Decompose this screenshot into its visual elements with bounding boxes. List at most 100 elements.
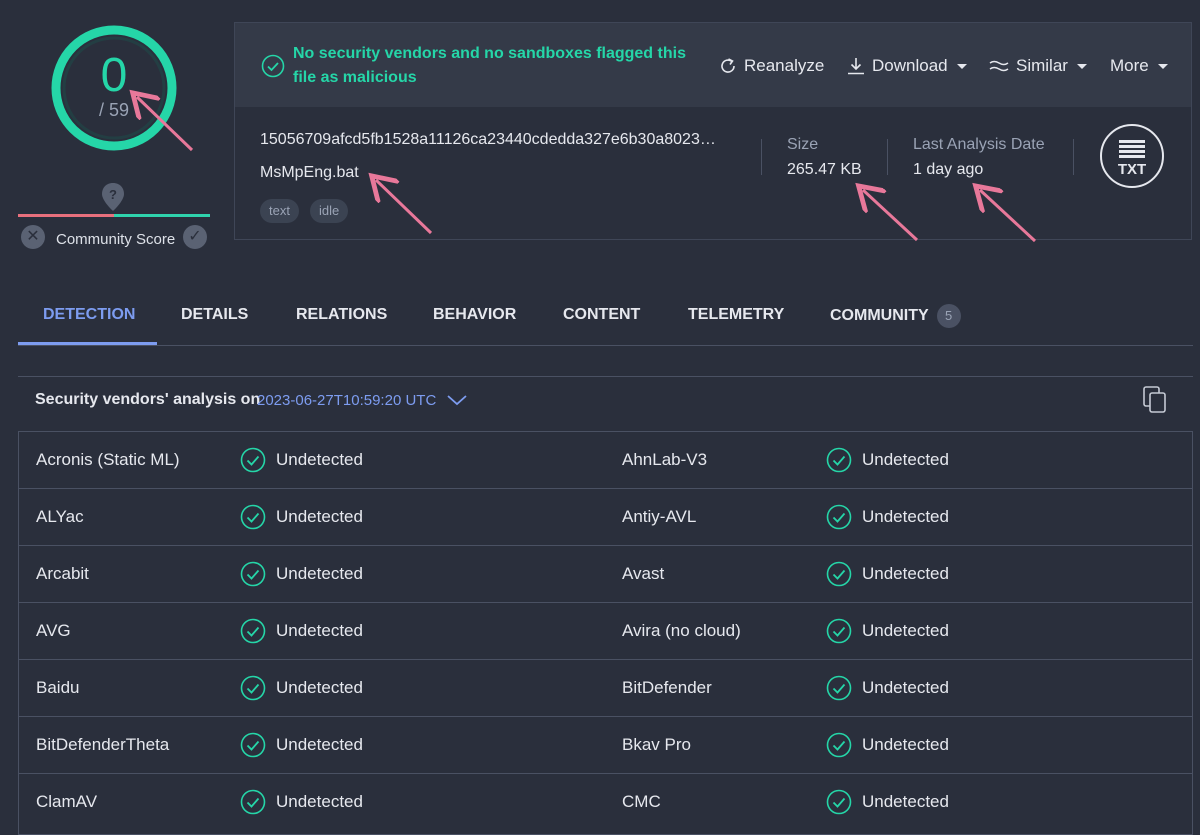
tab-content[interactable]: CONTENT [563, 306, 640, 324]
vendor-status: Undetected [862, 792, 949, 811]
vendor-total: / 59 [98, 100, 130, 120]
check-circle-icon [261, 54, 285, 78]
divider [887, 139, 888, 175]
vendor-name: Antiy-AVL [622, 507, 697, 526]
vendor-status: Undetected [276, 564, 363, 583]
table-row: AVG Undetected Avira (no cloud) Undetected [19, 603, 1192, 660]
vendor-name: Avira (no cloud) [622, 621, 741, 640]
analysis-date: 2023-06-27T10:59:20 UTC [257, 392, 437, 409]
community-count-badge: 5 [936, 304, 961, 328]
check-circle-icon [826, 732, 852, 758]
chevron-down-icon [956, 63, 967, 69]
file-hash[interactable]: 15056709afcd5fb1528a11126ca23440cdedda32… [260, 131, 740, 149]
svg-text:TXT: TXT [1118, 161, 1146, 178]
vendor-status: Undetected [862, 678, 949, 697]
more-label: More [1110, 56, 1149, 75]
vendor-name: AhnLab-V3 [622, 450, 708, 469]
chevron-down-icon[interactable] [446, 392, 468, 408]
active-tab-indicator [18, 342, 157, 345]
check-circle-icon [240, 618, 266, 644]
file-summary-card: No security vendors and no sandboxes fla… [234, 22, 1192, 240]
divider [761, 139, 762, 175]
detection-count: 0 [100, 49, 128, 102]
check-circle-icon [240, 675, 266, 701]
table-row: BitDefenderTheta Undetected Bkav Pro Undete… [19, 717, 1192, 774]
file-name: MsMpEng.bat [260, 164, 359, 181]
more-button[interactable]: More [1110, 56, 1168, 76]
check-circle-icon [826, 675, 852, 701]
tab-details[interactable]: DETAILS [181, 306, 248, 324]
divider [1073, 139, 1074, 175]
table-row: Acronis (Static ML) Undetected AhnLab-V3 Un… [19, 432, 1192, 489]
verdict-message: No security vendors and no sandboxes fla… [293, 45, 686, 86]
vendor-status: Undetected [276, 735, 363, 754]
vendor-name: CMC [622, 792, 661, 811]
vendor-name: BitDefender [622, 678, 712, 697]
size-label: Size [787, 136, 819, 153]
community-bar-negative [18, 214, 114, 217]
vendor-name: Acronis (Static ML) [36, 450, 180, 469]
check-circle-icon [826, 789, 852, 815]
verdict-banner: No security vendors and no sandboxes fla… [235, 23, 1191, 107]
table-row: Arcabit Undetected Avast Undetected [19, 546, 1192, 603]
check-circle-icon [240, 789, 266, 815]
check-circle-icon [826, 447, 852, 473]
vendor-status: Undetected [276, 621, 363, 640]
check-circle-icon [240, 504, 266, 530]
download-icon [848, 58, 864, 75]
vendor-name: Baidu [36, 678, 80, 697]
vendor-name: ClamAV [36, 792, 98, 811]
table-row: Baidu Undetected BitDefender Undetected [19, 660, 1192, 717]
vendor-name: Bkav Pro [622, 735, 691, 754]
tab-behavior[interactable]: BEHAVIOR [433, 306, 516, 324]
tabs-divider [18, 345, 1193, 346]
vendor-name: AVG [36, 621, 71, 640]
reanalyze-icon [721, 58, 735, 73]
tab-relations[interactable]: RELATIONS [296, 306, 387, 324]
question-marker-icon: ? [102, 183, 124, 211]
reanalyze-button[interactable]: Reanalyze [719, 56, 824, 76]
last-analysis-value: 1 day ago [913, 161, 984, 178]
size-value: 265.47 KB [787, 161, 862, 178]
tab-telemetry[interactable]: TELEMETRY [688, 306, 784, 324]
check-circle-icon [240, 732, 266, 758]
file-tag[interactable]: text [260, 199, 299, 223]
vendor-table: Acronis (Static ML) Undetected AhnLab-V3 Un… [18, 431, 1193, 835]
similar-label: Similar [1016, 56, 1068, 75]
copy-icon[interactable] [1143, 386, 1167, 414]
file-type-badge: TXT [1100, 124, 1164, 188]
vote-malicious-button[interactable]: ✕ [21, 225, 45, 249]
check-circle-icon [826, 504, 852, 530]
table-row: ALYac Undetected Antiy-AVL Undetected [19, 489, 1192, 546]
vendor-status: Undetected [276, 792, 363, 811]
vendor-status: Undetected [276, 450, 363, 469]
tab-community-label: COMMUNITY [830, 307, 929, 325]
last-analysis-label: Last Analysis Date [913, 136, 1045, 153]
similar-button[interactable]: Similar [989, 56, 1087, 76]
table-row: ClamAV Undetected CMC Undetected [19, 774, 1192, 835]
vendor-name: BitDefenderTheta [36, 735, 170, 754]
tab-community[interactable]: COMMUNITY 5 [830, 304, 961, 328]
svg-text:?: ? [109, 187, 117, 202]
download-label: Download [872, 56, 948, 75]
vendor-status: Undetected [862, 735, 949, 754]
file-tag[interactable]: idle [310, 199, 349, 223]
check-circle-icon [240, 561, 266, 587]
chevron-down-icon [1076, 63, 1087, 69]
reanalyze-label: Reanalyze [744, 56, 825, 75]
tab-detection[interactable]: DETECTION [43, 306, 135, 324]
vendor-name: ALYac [36, 507, 84, 526]
section-divider [18, 376, 1193, 377]
vote-harmless-button[interactable]: ✓ [183, 225, 207, 249]
vendor-status: Undetected [862, 564, 949, 583]
vendor-name: Arcabit [36, 564, 89, 583]
vendor-status: Undetected [862, 450, 949, 469]
text-file-icon: TXT [1118, 140, 1146, 178]
community-score-label: Community Score [56, 231, 176, 248]
vendor-status: Undetected [862, 621, 949, 640]
similar-icon [989, 60, 1009, 72]
check-circle-icon [826, 561, 852, 587]
download-button[interactable]: Download [847, 56, 967, 76]
vendor-status: Undetected [276, 507, 363, 526]
vendor-status: Undetected [862, 507, 949, 526]
